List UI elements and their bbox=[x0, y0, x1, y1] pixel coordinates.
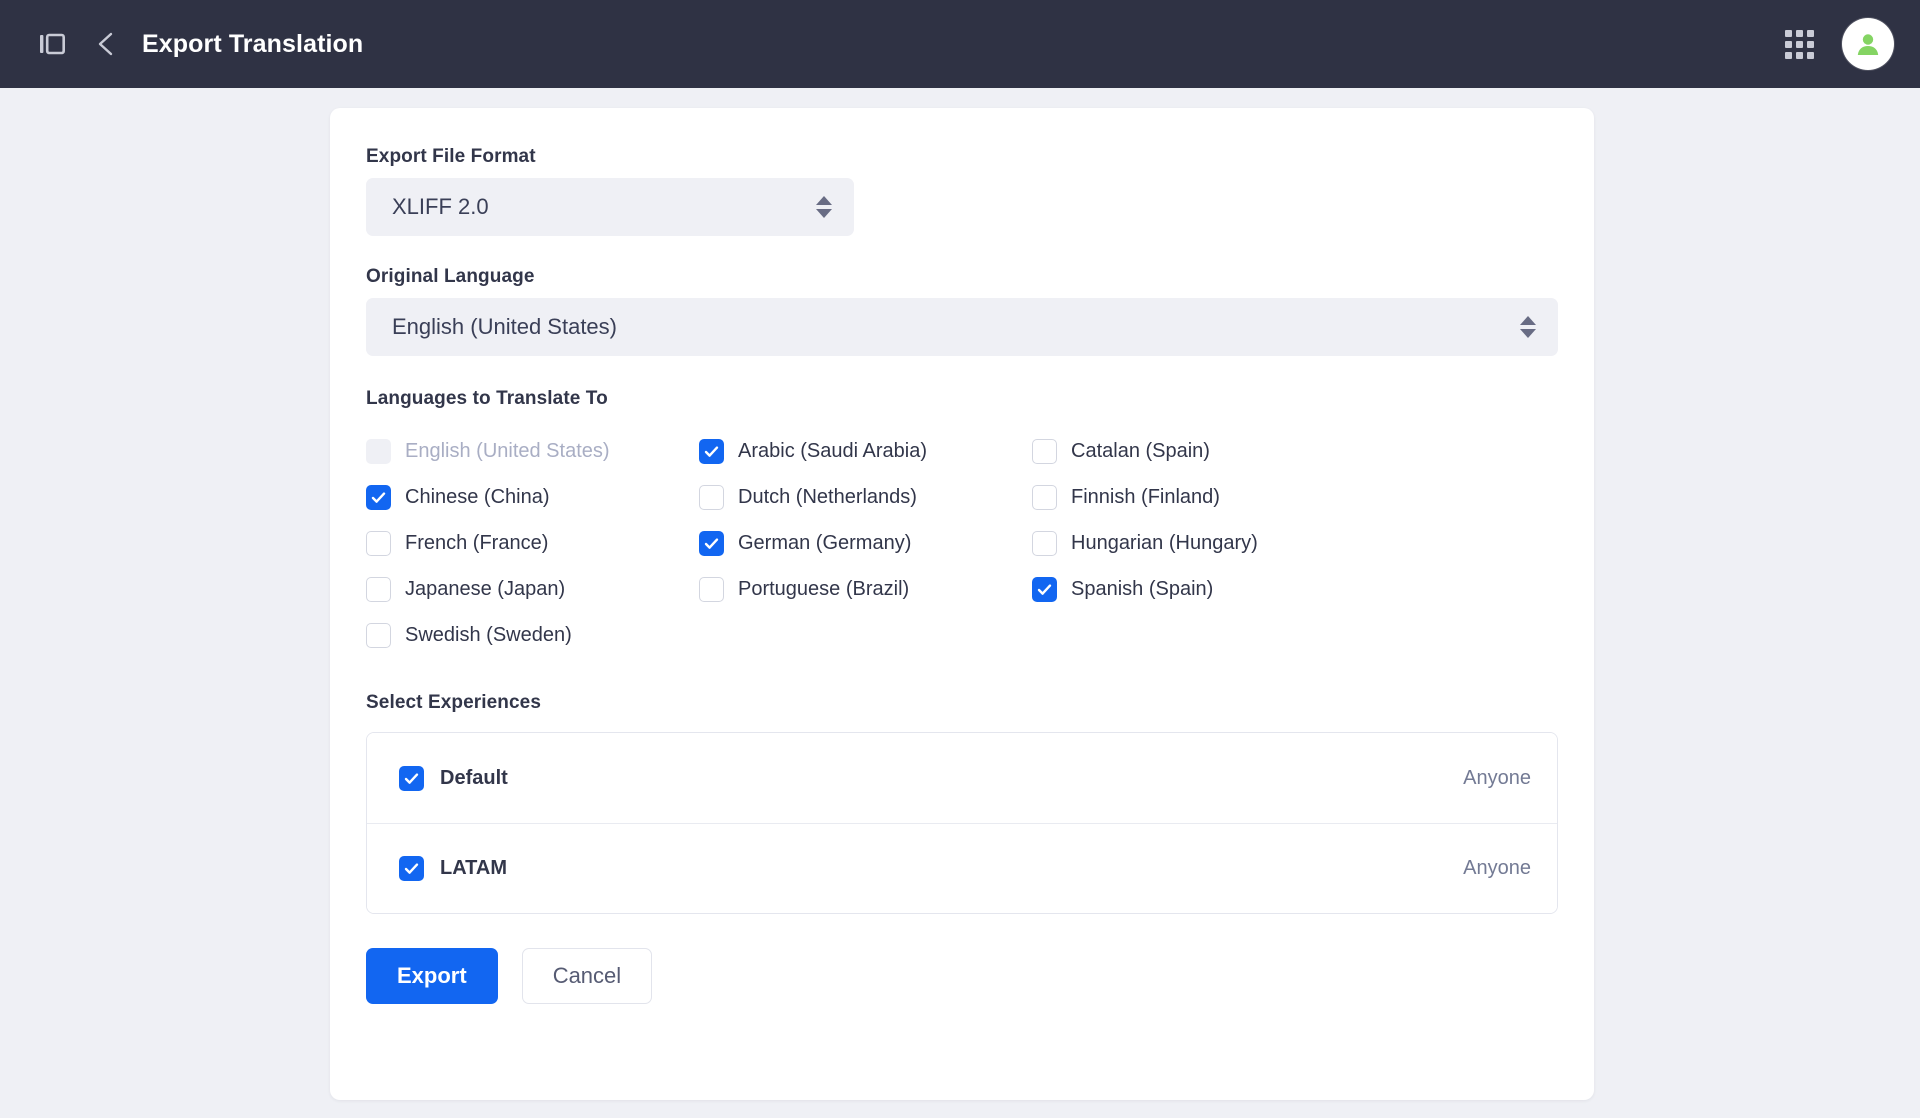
grid-apps-icon[interactable] bbox=[1785, 29, 1814, 59]
original-language-select[interactable]: English (United States) bbox=[366, 298, 1558, 356]
export-format-label: Export File Format bbox=[366, 146, 536, 167]
language-option[interactable]: Chinese (China) bbox=[366, 474, 699, 520]
experiences-list: Default Anyone LATAM Anyone bbox=[366, 732, 1558, 914]
language-checkbox[interactable] bbox=[366, 576, 391, 602]
language-checkbox[interactable] bbox=[1032, 530, 1057, 556]
experiences-label: Select Experiences bbox=[366, 692, 542, 713]
languages-checkbox-grid: English (United States) Arabic (Saudi Ara… bbox=[366, 428, 1558, 658]
checkmark-icon bbox=[404, 863, 419, 874]
avatar[interactable] bbox=[1842, 18, 1894, 70]
language-label: Japanese (Japan) bbox=[405, 577, 566, 600]
select-stepper-icon bbox=[1520, 316, 1536, 338]
language-checkbox[interactable] bbox=[366, 484, 391, 510]
language-option[interactable]: Catalan (Spain) bbox=[1032, 428, 1558, 474]
header-right-group bbox=[1785, 0, 1894, 88]
export-translation-card: Export File Format XLIFF 2.0 Original La… bbox=[330, 108, 1594, 1100]
language-option[interactable]: Portuguese (Brazil) bbox=[699, 566, 1032, 612]
language-label: Hungarian (Hungary) bbox=[1071, 531, 1258, 554]
cancel-button[interactable]: Cancel bbox=[521, 948, 653, 1004]
sidebar-panel-icon bbox=[40, 33, 65, 55]
experiences-section: Select Experiences Default Anyone LATAM Any… bbox=[366, 692, 1558, 914]
language-checkbox bbox=[366, 438, 391, 464]
user-avatar-icon bbox=[1857, 34, 1879, 55]
language-checkbox[interactable] bbox=[1032, 484, 1057, 510]
form-actions: Export Cancel bbox=[366, 948, 1558, 1004]
experience-row-left[interactable]: Default bbox=[399, 765, 508, 791]
language-label: Arabic (Saudi Arabia) bbox=[738, 439, 927, 462]
experience-name: Default bbox=[440, 766, 508, 789]
language-option[interactable]: German (Germany) bbox=[699, 520, 1032, 566]
language-option[interactable]: Swedish (Sweden) bbox=[366, 612, 699, 658]
language-label: Portuguese (Brazil) bbox=[738, 577, 910, 600]
experience-row[interactable]: LATAM Anyone bbox=[367, 823, 1557, 913]
experience-checkbox[interactable] bbox=[399, 765, 424, 791]
checkmark-icon bbox=[404, 772, 419, 784]
language-checkbox[interactable] bbox=[1032, 576, 1057, 602]
language-checkbox[interactable] bbox=[366, 530, 391, 556]
language-option[interactable]: Japanese (Japan) bbox=[366, 566, 699, 612]
language-label: Swedish (Sweden) bbox=[405, 623, 572, 646]
sidebar-toggle-button[interactable] bbox=[26, 18, 78, 70]
language-option[interactable]: Hungarian (Hungary) bbox=[1032, 520, 1558, 566]
language-label: Catalan (Spain) bbox=[1071, 439, 1210, 462]
export-button[interactable]: Export bbox=[366, 948, 498, 1004]
language-option[interactable]: French (France) bbox=[366, 520, 699, 566]
language-label: Chinese (China) bbox=[405, 485, 550, 508]
language-checkbox[interactable] bbox=[1032, 438, 1057, 464]
select-stepper-icon bbox=[816, 196, 832, 218]
experience-checkbox[interactable] bbox=[399, 856, 424, 881]
original-language-label: Original Language bbox=[366, 266, 535, 287]
experience-row-left[interactable]: LATAM bbox=[399, 856, 507, 881]
export-format-value: XLIFF 2.0 bbox=[392, 194, 489, 219]
language-option[interactable]: Dutch (Netherlands) bbox=[699, 474, 1032, 520]
language-checkbox[interactable] bbox=[366, 622, 391, 648]
language-option[interactable]: Finnish (Finland) bbox=[1032, 474, 1558, 520]
original-language-field: Original Language English (United States… bbox=[366, 266, 1558, 356]
header-left-group: Export Translation bbox=[26, 18, 363, 70]
back-chevron-icon[interactable] bbox=[94, 29, 120, 59]
language-label: Finnish (Finland) bbox=[1071, 485, 1220, 508]
checkmark-icon bbox=[704, 445, 719, 457]
experience-access-label: Anyone bbox=[1463, 766, 1531, 789]
checkmark-icon bbox=[371, 491, 386, 503]
language-checkbox[interactable] bbox=[699, 530, 724, 556]
language-checkbox[interactable] bbox=[699, 438, 724, 464]
checkmark-icon bbox=[704, 537, 719, 549]
experience-access-label: Anyone bbox=[1463, 857, 1531, 879]
languages-section: Languages to Translate To English (Unite… bbox=[366, 388, 1558, 658]
language-checkbox[interactable] bbox=[699, 484, 724, 510]
language-label: Spanish (Spain) bbox=[1071, 577, 1214, 600]
language-option: English (United States) bbox=[366, 428, 699, 474]
original-language-value: English (United States) bbox=[392, 314, 617, 339]
language-label: English (United States) bbox=[405, 439, 610, 462]
language-label: German (Germany) bbox=[738, 531, 912, 554]
language-label: French (France) bbox=[405, 531, 549, 554]
languages-label: Languages to Translate To bbox=[366, 388, 608, 409]
checkmark-icon bbox=[1037, 583, 1052, 595]
export-format-field: Export File Format XLIFF 2.0 bbox=[366, 146, 1558, 236]
export-format-select[interactable]: XLIFF 2.0 bbox=[366, 178, 854, 236]
language-label: Dutch (Netherlands) bbox=[738, 485, 917, 508]
experience-name: LATAM bbox=[440, 857, 508, 879]
language-option[interactable]: Arabic (Saudi Arabia) bbox=[699, 428, 1032, 474]
top-header-bar: Export Translation bbox=[0, 0, 1920, 88]
page-title: Export Translation bbox=[142, 29, 364, 58]
language-option[interactable]: Spanish (Spain) bbox=[1032, 566, 1558, 612]
experience-row[interactable]: Default Anyone bbox=[367, 733, 1557, 823]
language-checkbox[interactable] bbox=[699, 576, 724, 602]
